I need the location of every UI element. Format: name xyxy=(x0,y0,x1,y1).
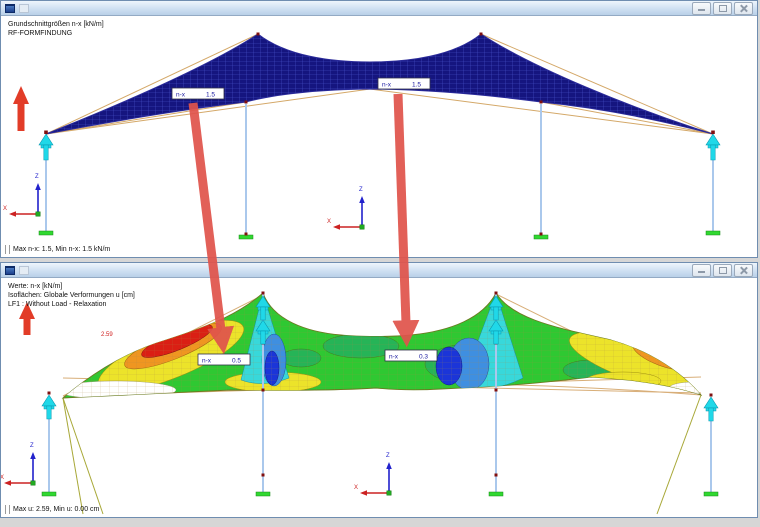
window-icon xyxy=(5,265,15,275)
info-pointer-arrow xyxy=(13,86,29,131)
contour-membrane xyxy=(61,292,703,399)
force-arrow-cyan xyxy=(38,130,54,161)
force-arrow-cyan xyxy=(705,130,721,161)
close-icon xyxy=(740,4,748,12)
support-pad xyxy=(38,230,54,236)
axis-triad-origin: Z X xyxy=(3,174,42,218)
info-line: LF1 : Without Load - Relaxation xyxy=(8,301,107,308)
viewport-window-formfinding: Grundschnittgrößen n-x [kN/m] RF-FORMFIND… xyxy=(0,0,758,258)
support-pad xyxy=(41,491,57,497)
application-background: { "axes": { "x": "X", "z": "Z" }, "top_w… xyxy=(0,0,760,527)
support-pad xyxy=(533,234,549,240)
window-icon xyxy=(5,3,15,13)
support-pad xyxy=(238,234,254,240)
axis-x-label: X xyxy=(1,475,4,481)
minimize-button[interactable] xyxy=(692,1,711,15)
result-label-value: 0.5 xyxy=(232,358,241,365)
force-arrow-cyan xyxy=(41,394,57,420)
status-text: Max u: 2.59, Min u: 0.00 cm xyxy=(13,506,100,513)
window-controls xyxy=(692,1,755,15)
result-label-value: 0.3 xyxy=(419,354,428,361)
support-pad xyxy=(703,491,719,497)
axis-triad-center: Z X xyxy=(327,187,366,231)
info-line: RF-FORMFINDUNG xyxy=(8,30,73,37)
result-label-name: n-x xyxy=(382,82,392,89)
result-label-left[interactable]: n-x 0.5 xyxy=(197,353,251,366)
axis-x-label: X xyxy=(327,219,331,225)
status-grip xyxy=(5,505,10,514)
axis-triad-origin: Z X xyxy=(1,443,37,487)
support-pad xyxy=(255,491,271,497)
axis-x-label: X xyxy=(3,206,7,212)
info-line: Werte: n-x [kN/m] xyxy=(8,283,63,290)
formfinding-scene: Z X Z X n-x 1.5 n-x 1.5 xyxy=(3,32,721,240)
info-line: Isoflächen: Globale Verformungen u [cm] xyxy=(8,292,135,299)
minimize-button[interactable] xyxy=(692,263,711,277)
result-label-name: n-x xyxy=(176,92,186,99)
window-titlebar[interactable] xyxy=(1,263,757,278)
axis-triad-center: Z X xyxy=(354,453,393,497)
window-secondary-icon xyxy=(19,265,29,275)
axis-x-label: X xyxy=(354,485,358,491)
guy-cables xyxy=(62,394,702,515)
result-label-name: n-x xyxy=(389,354,399,361)
support-pad xyxy=(705,230,721,236)
result-info-text: Werte: n-x [kN/m] Isoflächen: Globale Ver… xyxy=(8,282,135,309)
window-controls xyxy=(692,263,755,277)
viewport-statusbar: Max u: 2.59, Min u: 0.00 cm xyxy=(5,505,99,514)
status-grip xyxy=(5,245,10,254)
result-label-right[interactable]: n-x 1.5 xyxy=(377,77,431,90)
info-line: Grundschnittgrößen n-x [kN/m] xyxy=(8,21,104,28)
force-arrow-cyan xyxy=(703,396,719,422)
window-titlebar[interactable] xyxy=(1,1,757,16)
viewport-window-deformation: Werte: n-x [kN/m] Isoflächen: Globale Ver… xyxy=(0,262,758,518)
axis-z-label: Z xyxy=(359,187,363,193)
result-label-value: 1.5 xyxy=(206,92,215,99)
close-button[interactable] xyxy=(734,263,753,277)
result-label-right[interactable]: n-x 0.3 xyxy=(384,349,438,362)
result-info-text: Grundschnittgrößen n-x [kN/m] RF-FORMFIND… xyxy=(8,20,104,38)
restore-icon xyxy=(718,4,727,12)
axis-z-label: Z xyxy=(35,174,39,180)
viewport-statusbar: Max n-x: 1.5, Min n-x: 1.5 kN/m xyxy=(5,245,110,254)
model-viewport-deformation[interactable]: Werte: n-x [kN/m] Isoflächen: Globale Ver… xyxy=(1,278,757,517)
axis-z-label: Z xyxy=(386,453,390,459)
close-icon xyxy=(740,266,748,274)
support-pad xyxy=(488,491,504,497)
close-button[interactable] xyxy=(734,1,753,15)
restore-icon xyxy=(718,266,727,274)
minimize-icon xyxy=(698,271,705,273)
restore-button[interactable] xyxy=(713,1,732,15)
model-viewport-formfinding[interactable]: Grundschnittgrößen n-x [kN/m] RF-FORMFIND… xyxy=(1,16,757,257)
minimize-icon xyxy=(698,9,705,11)
axis-z-label: Z xyxy=(30,443,34,449)
max-deformation-annotation: 2.59 xyxy=(101,332,113,338)
result-label-value: 1.5 xyxy=(412,82,421,89)
result-label-name: n-x xyxy=(202,358,212,365)
deformation-scene: 2.59 Z X Z X n-x 0.5 n-x 0.3 xyxy=(1,291,719,515)
result-label-left[interactable]: n-x 1.5 xyxy=(171,87,225,100)
status-text: Max n-x: 1.5, Min n-x: 1.5 kN/m xyxy=(13,246,111,253)
restore-button[interactable] xyxy=(713,263,732,277)
window-secondary-icon xyxy=(19,3,29,13)
